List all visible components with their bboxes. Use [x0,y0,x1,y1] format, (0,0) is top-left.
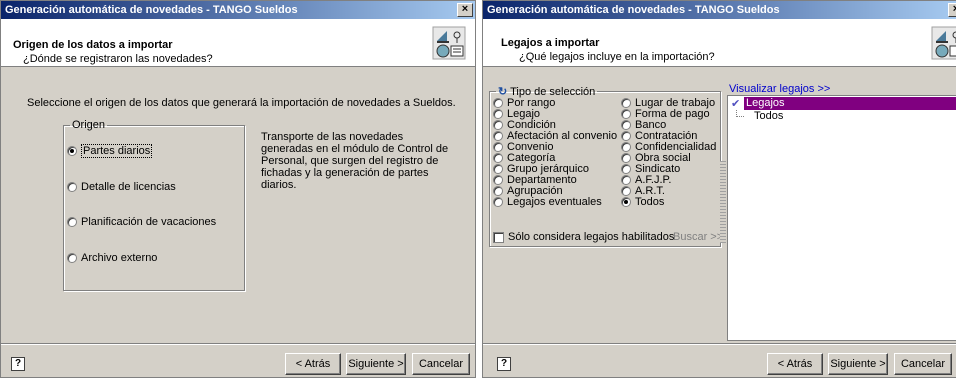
only-enabled-checkbox[interactable]: Sólo considera legajos habilitados [493,231,674,243]
back-button[interactable]: < Atrás [767,353,823,375]
next-button-label: Siguiente > [348,358,404,370]
legajos-tree: ✔ Legajos Todos [727,95,956,341]
selection-option-label: Todos [635,196,665,208]
radio-icon [621,142,631,152]
right-header-title: Legajos a importar [501,37,600,49]
radio-icon [621,175,631,185]
tree-root-icon: ✔ [731,98,741,110]
left-header-title: Origen de los datos a importar [13,39,173,51]
footer-divider [483,343,956,345]
radio-icon [493,142,503,152]
back-button[interactable]: < Atrás [285,353,341,375]
instruction-text: Seleccione el origen de los datos que ge… [27,97,456,109]
right-title-bar: Generación automática de novedades - TAN… [483,1,956,19]
selection-option[interactable]: Legajos eventuales [493,196,602,208]
radio-icon [67,217,77,227]
next-button[interactable]: Siguiente > [346,353,406,375]
origin-option-label: Archivo externo [81,252,158,264]
radio-icon [493,175,503,185]
origin-group-label: Origen [72,119,106,131]
origin-option-detalle-licencias[interactable]: Detalle de licencias [67,181,176,193]
next-button[interactable]: Siguiente > [828,353,888,375]
origin-option-label: Detalle de licencias [81,181,176,193]
selection-option-todos[interactable]: Todos [621,196,664,208]
cancel-button[interactable]: Cancelar [894,353,952,375]
radio-icon [493,120,503,130]
close-button[interactable]: × [457,3,473,17]
help-icon[interactable]: ? [11,357,25,371]
radio-icon [493,109,503,119]
left-wizard-window: Generación automática de novedades - TAN… [0,0,476,378]
radio-icon [621,120,631,130]
right-header-subtitle: ¿Qué legajos incluye en la importación? [519,51,715,63]
left-header-subtitle: ¿Dónde se registraron las novedades? [23,53,213,65]
next-button-label: Siguiente > [830,358,886,370]
radio-icon [621,186,631,196]
radio-icon [621,131,631,141]
cancel-button-label: Cancelar [900,358,946,370]
radio-icon [67,253,77,263]
selection-option-label: Legajos eventuales [507,196,602,208]
left-window-title: Generación automática de novedades - TAN… [5,4,298,16]
radio-selected-icon [67,146,77,156]
origin-option-label: Partes diarios [81,144,153,158]
radio-icon [621,153,631,163]
radio-icon [621,98,631,108]
radio-selected-icon [621,197,631,207]
radio-icon [493,153,503,163]
radio-icon [493,197,503,207]
left-title-bar: Generación automática de novedades - TAN… [1,1,475,19]
checkbox-icon [493,231,504,243]
splitter-handle[interactable] [720,161,726,243]
wizard-logo-icon [432,26,466,60]
radio-icon [493,186,503,196]
view-legajos-link[interactable]: Visualizar legajos >> [729,83,830,95]
cancel-button[interactable]: Cancelar [412,353,470,375]
radio-icon [493,98,503,108]
help-icon[interactable]: ? [497,357,511,371]
origin-option-archivo-externo[interactable]: Archivo externo [67,252,157,264]
origin-option-planificacion-vacaciones[interactable]: Planificación de vacaciones [67,216,216,228]
only-enabled-label: Sólo considera legajos habilitados [508,231,675,243]
wizard-logo-icon [931,26,956,60]
right-wizard-window: Generación automática de novedades - TAN… [482,0,956,378]
close-button[interactable]: × [948,3,956,17]
radio-icon [67,182,77,192]
search-button[interactable]: Buscar >> [673,231,723,243]
tree-connector [736,110,744,117]
tree-root-item[interactable]: Legajos [744,97,956,110]
left-header: Origen de los datos a importar ¿Dónde se… [1,19,475,67]
back-button-label: < Atrás [295,358,331,370]
tree-child-item[interactable]: Todos [754,110,783,122]
radio-icon [493,131,503,141]
radio-icon [493,164,503,174]
right-header: Legajos a importar ¿Qué legajos incluye … [483,19,956,67]
radio-icon [621,109,631,119]
radio-icon [621,164,631,174]
cancel-button-label: Cancelar [418,358,464,370]
origin-option-partes-diarios[interactable]: Partes diarios [67,144,153,158]
footer-divider [1,343,475,345]
origin-description: Transporte de las novedades generadas en… [261,131,449,191]
back-button-label: < Atrás [777,358,813,370]
right-window-title: Generación automática de novedades - TAN… [487,4,780,16]
origin-option-label: Planificación de vacaciones [81,216,217,228]
